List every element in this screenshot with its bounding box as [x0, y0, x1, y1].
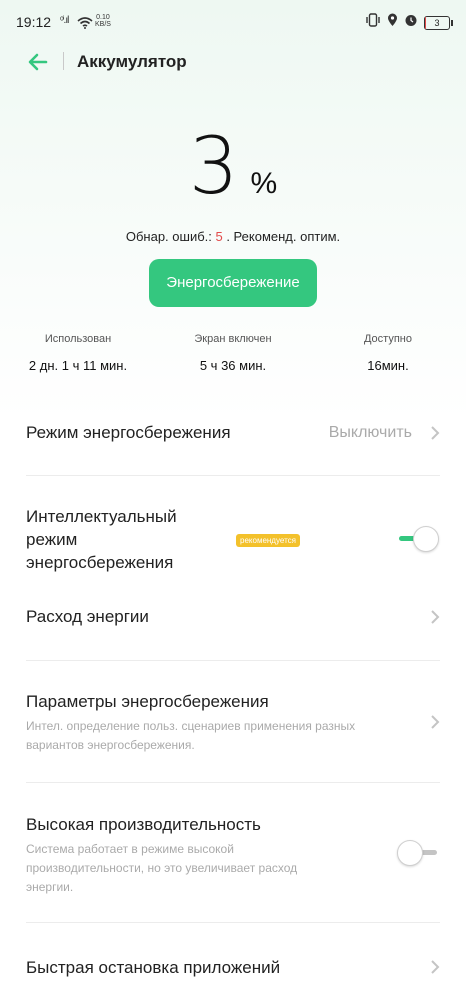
battery-diagnostics: Обнар. ошиб.: 5 . Рекоменд. оптим. [0, 229, 466, 244]
power-usage-row[interactable]: Расход энергии [0, 597, 466, 639]
high-performance-desc-line1: Система работает в режиме высокой [26, 842, 234, 856]
back-button[interactable] [26, 50, 50, 74]
power-mode-row[interactable]: Режим энергосбережения Выключить [0, 410, 466, 456]
quick-stop-title: Быстрая остановка приложений [26, 958, 281, 977]
diagnostics-suffix: . Рекоменд. оптим. [222, 229, 341, 244]
high-performance-desc: Система работает в режиме высокой произв… [26, 840, 376, 897]
battery-level: 3 [434, 17, 440, 28]
battery-percent: 3% [0, 122, 466, 212]
wifi-icon [77, 16, 93, 34]
net-speed-unit: KB/S [95, 21, 111, 28]
stat-screen-value: 5 ч 36 мин. [199, 358, 267, 373]
status-icons: 3 [365, 13, 453, 32]
smart-mode-title-line1: Интеллектуальный [26, 507, 177, 526]
chevron-right-icon [431, 715, 440, 729]
battery-percent-value: 3 [188, 122, 239, 212]
net-speed: 0.10 KB/S [95, 14, 111, 28]
stat-available-label: Доступно [363, 333, 412, 345]
saver-params-desc-line2: вариантов энергосбережения. [26, 738, 195, 752]
alarm-icon [404, 13, 418, 32]
header-divider [63, 52, 64, 70]
power-mode-title: Режим энергосбережения [26, 423, 231, 442]
chevron-right-icon [431, 426, 440, 440]
smart-mode-title-line3: энергосбережения [26, 553, 174, 572]
smart-mode-title: Интеллектуальный режим энергосбережения [26, 505, 177, 574]
status-bar: 19:12 ᵒⁱ.ıl 0.10 KB/S 3 [0, 0, 466, 44]
high-performance-title: Высокая производительность [26, 815, 261, 834]
battery-fill [425, 16, 426, 29]
power-usage-title: Расход энергии [26, 607, 149, 626]
stat-screen-label: Экран включен [194, 333, 272, 345]
power-mode-value: Выключить [328, 424, 412, 441]
recommended-badge: рекомендуется [236, 534, 300, 547]
stat-used-label: Использован [44, 333, 112, 345]
page-title: Аккумулятор [77, 52, 187, 71]
toggle-knob [413, 526, 439, 552]
chevron-right-icon [431, 610, 440, 624]
high-performance-toggle[interactable] [397, 840, 439, 866]
divider [26, 782, 440, 783]
quick-stop-row[interactable]: Быстрая остановка приложений [0, 948, 466, 988]
saver-params-desc-line1: Интел. определение польз. сценариев прим… [26, 719, 356, 733]
high-performance-desc-line2: производительности, но это увеличивает р… [26, 861, 298, 875]
signal-icon: ᵒⁱ.ıl [60, 15, 69, 26]
chevron-right-icon [431, 960, 440, 974]
stat-used-value: 2 дн. 1 ч 11 мин. [28, 358, 128, 373]
smart-mode-title-line2: режим [26, 530, 78, 549]
net-speed-value: 0.10 [96, 14, 110, 21]
power-saving-button[interactable]: Энергосбережение [149, 259, 317, 307]
arrow-left-icon [28, 53, 48, 71]
vibrate-icon [365, 13, 381, 32]
divider [26, 660, 440, 661]
battery-icon: 3 [424, 15, 453, 30]
saver-params-row[interactable]: Параметры энергосбережения Интел. опреде… [0, 690, 466, 760]
divider [26, 922, 440, 923]
saver-params-desc: Интел. определение польз. сценариев прим… [26, 717, 416, 755]
saver-params-title: Параметры энергосбережения [26, 692, 269, 711]
error-count: 5 [215, 229, 223, 244]
toggle-knob [397, 840, 423, 866]
status-time: 19:12 [16, 14, 52, 30]
location-icon [387, 13, 398, 32]
percent-sign: % [250, 167, 278, 200]
stat-available-value: 16мин. [367, 358, 409, 373]
divider [26, 475, 440, 476]
smart-mode-toggle[interactable] [397, 526, 439, 552]
diagnostics-prefix: Обнар. ошиб.: [125, 229, 216, 244]
high-performance-desc-line3: энергии. [26, 880, 74, 894]
